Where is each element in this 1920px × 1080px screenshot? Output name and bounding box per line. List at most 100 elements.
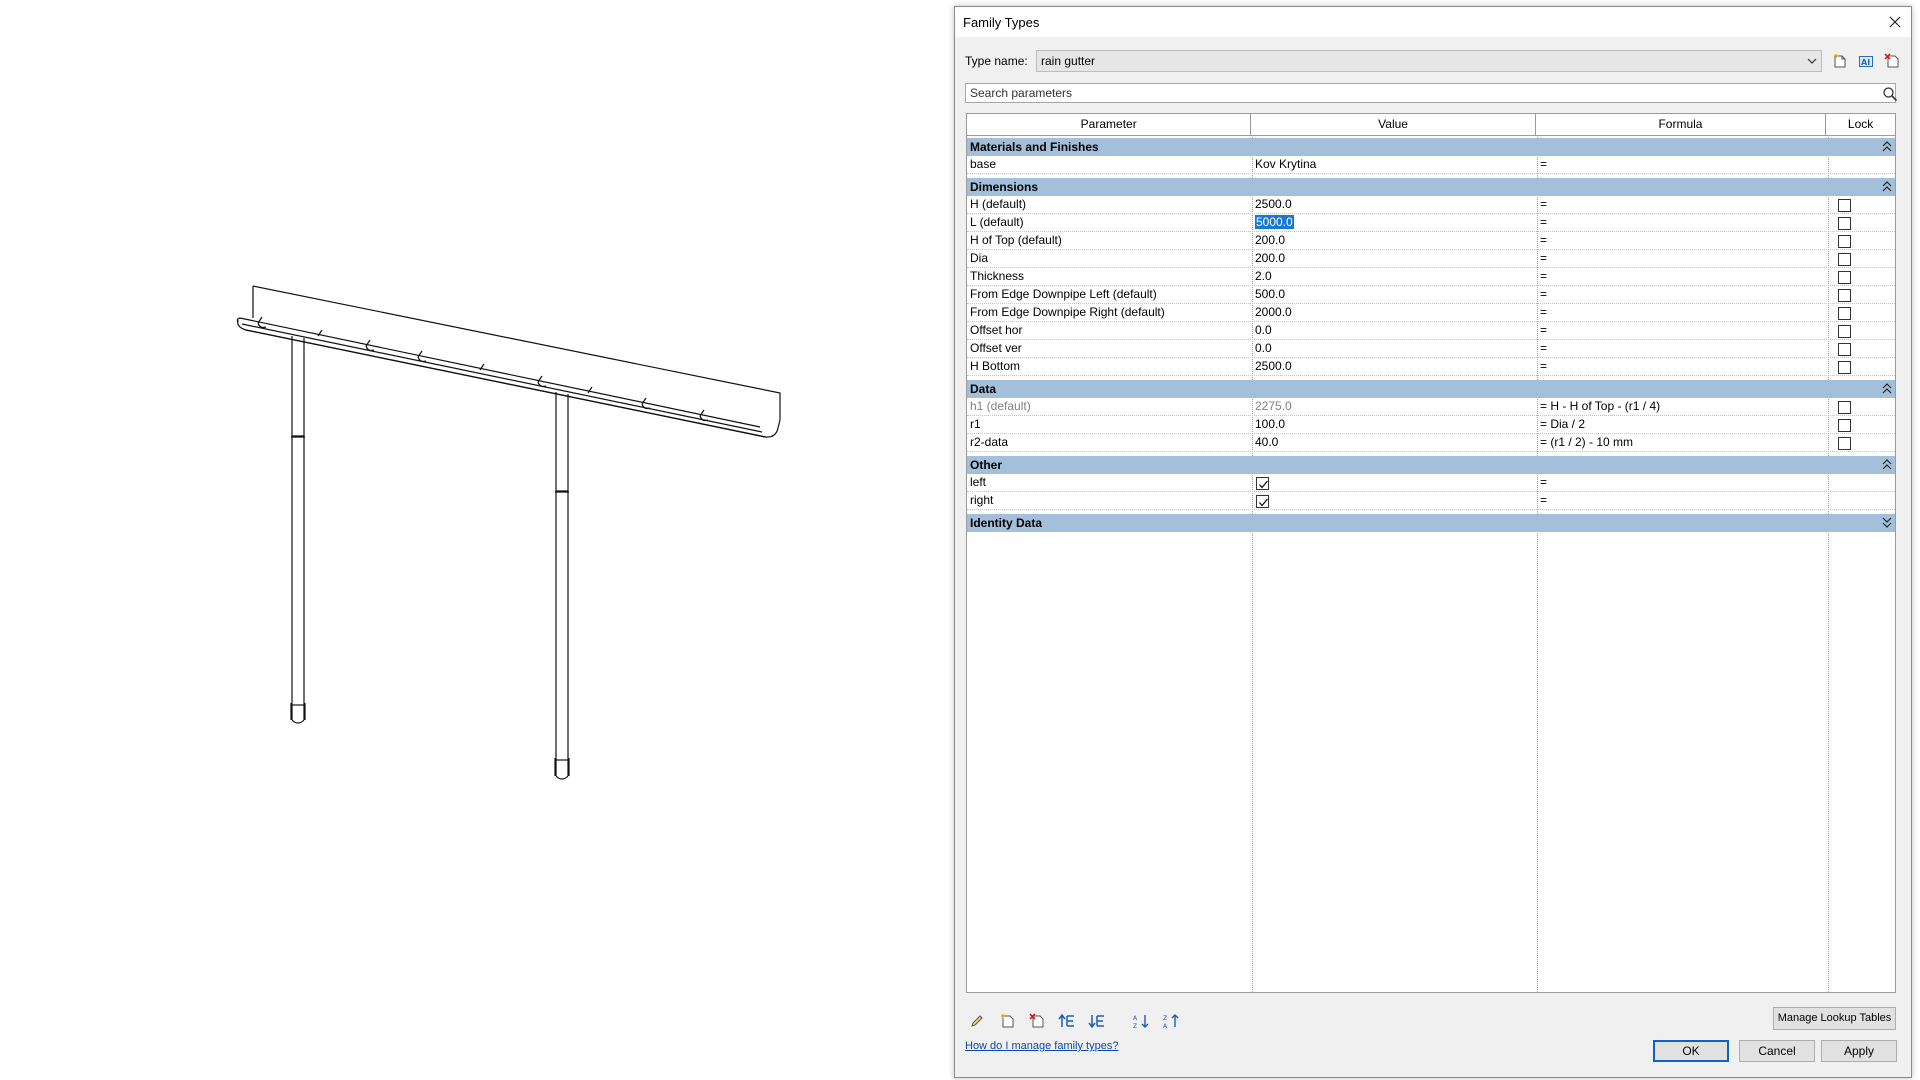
parameter-name-cell[interactable]: Offset ver bbox=[967, 340, 1252, 358]
formula-cell[interactable]: = bbox=[1537, 214, 1828, 232]
move-parameter-down-button[interactable] bbox=[1085, 1010, 1109, 1032]
value-cell[interactable] bbox=[1252, 492, 1537, 510]
table-row[interactable]: Offset hor 0.0 = bbox=[967, 322, 1895, 340]
value-cell[interactable] bbox=[1252, 474, 1537, 492]
parameter-name-cell[interactable]: From Edge Downpipe Right (default) bbox=[967, 304, 1252, 322]
close-button[interactable] bbox=[1881, 8, 1909, 36]
value-cell[interactable]: 500.0 bbox=[1252, 286, 1537, 304]
lock-checkbox[interactable] bbox=[1838, 199, 1851, 212]
parameter-name-cell[interactable]: Dia bbox=[967, 250, 1252, 268]
lock-checkbox[interactable] bbox=[1838, 289, 1851, 302]
table-row[interactable]: From Edge Downpipe Right (default) 2000.0… bbox=[967, 304, 1895, 322]
lock-checkbox[interactable] bbox=[1838, 253, 1851, 266]
lock-checkbox[interactable] bbox=[1838, 401, 1851, 414]
value-cell[interactable]: 2000.0 bbox=[1252, 304, 1537, 322]
new-parameter-button[interactable] bbox=[995, 1010, 1019, 1032]
sort-ascending-button[interactable]: A Z bbox=[1130, 1010, 1154, 1032]
type-name-dropdown[interactable]: rain gutter bbox=[1036, 50, 1822, 72]
lock-checkbox[interactable] bbox=[1838, 343, 1851, 356]
formula-cell[interactable]: = bbox=[1537, 340, 1828, 358]
value-cell[interactable]: 2500.0 bbox=[1252, 196, 1537, 214]
group-header[interactable]: Identity Data bbox=[967, 514, 1895, 532]
value-cell[interactable]: 40.0 bbox=[1252, 434, 1537, 452]
rename-type-button[interactable]: AI bbox=[1854, 50, 1878, 72]
value-cell[interactable]: 2.0 bbox=[1252, 268, 1537, 286]
value-cell[interactable]: 0.0 bbox=[1252, 322, 1537, 340]
table-row[interactable]: From Edge Downpipe Left (default) 500.0 = bbox=[967, 286, 1895, 304]
move-parameter-up-button[interactable] bbox=[1055, 1010, 1079, 1032]
column-header-parameter[interactable]: Parameter bbox=[967, 114, 1252, 136]
edit-parameter-button[interactable] bbox=[965, 1010, 989, 1032]
formula-cell[interactable]: = Dia / 2 bbox=[1537, 416, 1828, 434]
parameter-name-cell[interactable]: r1 bbox=[967, 416, 1252, 434]
value-checkbox[interactable] bbox=[1256, 495, 1269, 508]
value-cell[interactable]: 200.0 bbox=[1252, 232, 1537, 250]
search-icon[interactable] bbox=[1882, 86, 1898, 102]
parameter-name-cell[interactable]: Offset hor bbox=[967, 322, 1252, 340]
lock-checkbox[interactable] bbox=[1838, 307, 1851, 320]
sort-descending-button[interactable]: Z A bbox=[1160, 1010, 1184, 1032]
parameter-name-cell[interactable]: H Bottom bbox=[967, 358, 1252, 376]
column-header-lock[interactable]: Lock bbox=[1826, 114, 1895, 136]
formula-cell[interactable]: = bbox=[1537, 196, 1828, 214]
formula-cell[interactable]: = bbox=[1537, 268, 1828, 286]
group-header[interactable]: Other bbox=[967, 456, 1895, 474]
value-cell[interactable]: Kov Krytina bbox=[1252, 156, 1537, 174]
table-row[interactable]: h1 (default) 2275.0 = H - H of Top - (r1 /… bbox=[967, 398, 1895, 416]
formula-cell[interactable]: = bbox=[1537, 474, 1828, 492]
help-link[interactable]: How do I manage family types? bbox=[965, 1040, 1118, 1052]
delete-parameter-button[interactable] bbox=[1025, 1010, 1049, 1032]
lock-checkbox[interactable] bbox=[1838, 419, 1851, 432]
lock-checkbox[interactable] bbox=[1838, 217, 1851, 230]
formula-cell[interactable]: = bbox=[1537, 250, 1828, 268]
table-row[interactable]: H Bottom 2500.0 = bbox=[967, 358, 1895, 376]
table-row[interactable]: L (default) 5000.0 = bbox=[967, 214, 1895, 232]
table-row[interactable]: Dia 200.0 = bbox=[967, 250, 1895, 268]
formula-cell[interactable]: = bbox=[1537, 232, 1828, 250]
parameter-name-cell[interactable]: H of Top (default) bbox=[967, 232, 1252, 250]
value-cell[interactable]: 200.0 bbox=[1252, 250, 1537, 268]
model-viewport[interactable] bbox=[0, 0, 950, 1080]
formula-cell[interactable]: = bbox=[1537, 322, 1828, 340]
delete-type-button[interactable] bbox=[1880, 50, 1904, 72]
table-row[interactable]: H (default) 2500.0 = bbox=[967, 196, 1895, 214]
lock-checkbox[interactable] bbox=[1838, 437, 1851, 450]
table-row[interactable]: Thickness 2.0 = bbox=[967, 268, 1895, 286]
group-toggle[interactable] bbox=[1882, 516, 1892, 534]
formula-cell[interactable]: = (r1 / 2) - 10 mm bbox=[1537, 434, 1828, 452]
lock-checkbox[interactable] bbox=[1838, 325, 1851, 338]
table-row[interactable]: H of Top (default) 200.0 = bbox=[967, 232, 1895, 250]
ok-button[interactable]: OK bbox=[1653, 1040, 1729, 1062]
value-cell[interactable]: 100.0 bbox=[1252, 416, 1537, 434]
formula-cell[interactable]: = H - H of Top - (r1 / 4) bbox=[1537, 398, 1828, 416]
table-row[interactable]: r1 100.0 = Dia / 2 bbox=[967, 416, 1895, 434]
formula-cell[interactable]: = bbox=[1537, 156, 1828, 174]
parameter-name-cell[interactable]: From Edge Downpipe Left (default) bbox=[967, 286, 1252, 304]
parameter-name-cell[interactable]: left bbox=[967, 474, 1252, 492]
formula-cell[interactable]: = bbox=[1537, 358, 1828, 376]
parameter-name-cell[interactable]: H (default) bbox=[967, 196, 1252, 214]
group-header[interactable]: Data bbox=[967, 380, 1895, 398]
table-row[interactable]: right = bbox=[967, 492, 1895, 510]
parameter-name-cell[interactable]: base bbox=[967, 156, 1252, 174]
lock-checkbox[interactable] bbox=[1838, 235, 1851, 248]
table-row[interactable]: Offset ver 0.0 = bbox=[967, 340, 1895, 358]
parameter-name-cell[interactable]: right bbox=[967, 492, 1252, 510]
parameter-name-cell[interactable]: r2-data bbox=[967, 434, 1252, 452]
group-header[interactable]: Materials and Finishes bbox=[967, 138, 1895, 156]
formula-cell[interactable]: = bbox=[1537, 492, 1828, 510]
value-selected-text[interactable]: 5000.0 bbox=[1255, 215, 1294, 229]
parameter-name-cell[interactable]: L (default) bbox=[967, 214, 1252, 232]
column-header-value[interactable]: Value bbox=[1251, 114, 1536, 136]
value-checkbox[interactable] bbox=[1256, 477, 1269, 490]
group-header[interactable]: Dimensions bbox=[967, 178, 1895, 196]
parameter-name-cell[interactable]: Thickness bbox=[967, 268, 1252, 286]
parameter-name-cell[interactable]: h1 (default) bbox=[967, 398, 1252, 416]
cancel-button[interactable]: Cancel bbox=[1739, 1040, 1815, 1062]
formula-cell[interactable]: = bbox=[1537, 286, 1828, 304]
value-cell[interactable]: 5000.0 bbox=[1252, 214, 1537, 232]
new-type-button[interactable] bbox=[1828, 50, 1852, 72]
search-parameters-input[interactable] bbox=[965, 83, 1896, 103]
lock-checkbox[interactable] bbox=[1838, 271, 1851, 284]
manage-lookup-tables-button[interactable]: Manage Lookup Tables bbox=[1773, 1007, 1896, 1030]
